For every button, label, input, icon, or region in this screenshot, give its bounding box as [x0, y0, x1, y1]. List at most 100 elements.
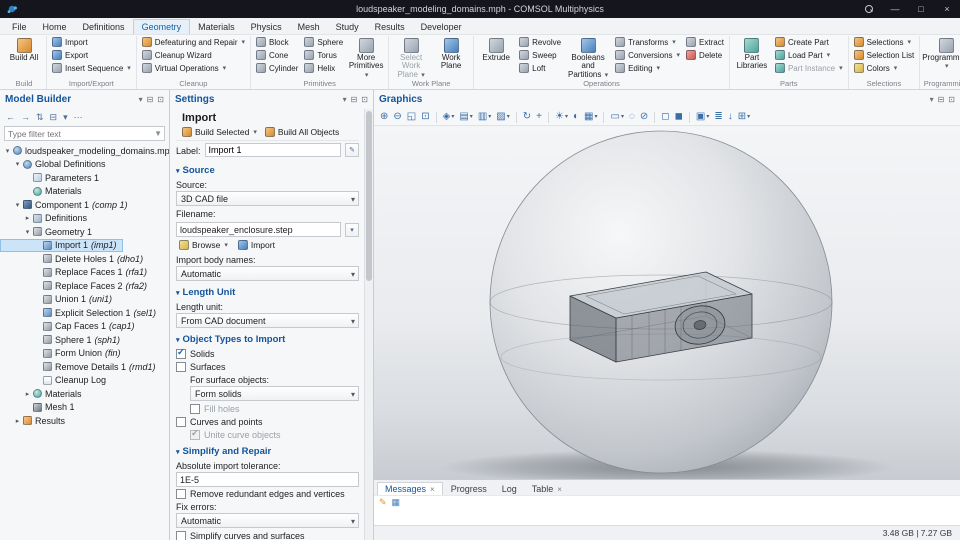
- hide-selected-icon[interactable]: ◻: [659, 112, 671, 122]
- back-icon[interactable]: ←: [6, 112, 15, 122]
- tab-file[interactable]: File: [4, 20, 35, 34]
- delete-button[interactable]: Delete: [684, 49, 726, 61]
- panel-pin-icon[interactable]: ⊡: [948, 95, 955, 104]
- surfaces-checkbox-row[interactable]: Surfaces: [176, 360, 359, 373]
- select-adjacent-icon[interactable]: ◌: [627, 112, 637, 122]
- tab-progress[interactable]: Progress: [444, 483, 494, 495]
- close-tab-icon[interactable]: ×: [430, 485, 435, 494]
- close-tab-icon[interactable]: ×: [557, 485, 562, 494]
- insert-sequence-button[interactable]: Insert Sequence▾: [50, 62, 133, 74]
- tree-item-root[interactable]: ▾loudspeaker_modeling_domains.mph(root): [0, 144, 169, 158]
- scene-light-icon[interactable]: ☀▾: [553, 112, 570, 122]
- panel-minimize-icon[interactable]: ⊟: [351, 95, 358, 104]
- tolerance-input[interactable]: 1E-5: [176, 472, 359, 487]
- rename-icon[interactable]: ✎: [345, 143, 359, 157]
- cone-button[interactable]: Cone: [254, 49, 300, 61]
- sweep-button[interactable]: Sweep: [517, 49, 563, 61]
- close-button[interactable]: ×: [934, 0, 960, 18]
- loft-button[interactable]: Loft: [517, 62, 563, 74]
- tree-item-explicit-selection-1[interactable]: Explicit Selection 1(sel1): [0, 306, 162, 320]
- tree-item-component-1[interactable]: ▾Component 1(comp 1): [0, 198, 134, 212]
- more-primitives-button[interactable]: More Primitives ▾: [347, 36, 385, 79]
- solids-checkbox-row[interactable]: Solids: [176, 347, 359, 360]
- tree-item-cap-faces-1[interactable]: Cap Faces 1(cap1): [0, 320, 141, 334]
- part-libraries-button[interactable]: Part Libraries: [733, 36, 771, 71]
- pan-icon[interactable]: +: [534, 112, 544, 122]
- expand-caret[interactable]: ▾: [13, 201, 22, 209]
- import-button[interactable]: Import: [50, 36, 133, 48]
- fix-errors-select[interactable]: Automatic: [176, 513, 359, 528]
- section-source[interactable]: ▾Source: [176, 160, 359, 178]
- cleanup-wizard-button[interactable]: Cleanup Wizard: [140, 49, 247, 61]
- wireframe-icon[interactable]: ▦▾: [582, 112, 599, 122]
- simplify-curves-checkbox-row[interactable]: Simplify curves and surfaces: [176, 529, 359, 540]
- selection-list-button[interactable]: Selection List: [852, 49, 917, 61]
- curves-and-points-checkbox[interactable]: [176, 417, 186, 427]
- tree-item-definitions[interactable]: ▸Definitions: [0, 212, 93, 226]
- panel-minimize-icon[interactable]: ⊟: [147, 95, 154, 104]
- tree-item-parameters-1[interactable]: Parameters 1: [0, 171, 105, 185]
- torus-button[interactable]: Torus: [302, 49, 345, 61]
- tab-developer[interactable]: Developer: [413, 20, 470, 34]
- copy-table-icon[interactable]: ▦: [392, 497, 401, 508]
- export-button[interactable]: Export: [50, 49, 133, 61]
- work-plane-button[interactable]: Work Plane: [432, 36, 470, 71]
- remove-redundant-checkbox-row[interactable]: Remove redundant edges and vertices: [176, 487, 359, 500]
- expand-caret[interactable]: ▾: [23, 228, 32, 236]
- extrude-button[interactable]: Extrude: [477, 36, 515, 62]
- tree-item-form-union[interactable]: Form Union(fin): [0, 347, 127, 361]
- tab-results[interactable]: Results: [367, 20, 413, 34]
- section-length-unit[interactable]: ▾Length Unit: [176, 282, 359, 300]
- filename-input[interactable]: loudspeaker_enclosure.step: [176, 222, 341, 237]
- section-object-types[interactable]: ▾Object Types to Import: [176, 329, 359, 347]
- maximize-button[interactable]: □: [908, 0, 934, 18]
- panel-menu-icon[interactable]: ▾: [343, 95, 347, 104]
- expand-caret[interactable]: ▸: [13, 417, 22, 425]
- tree-item-delete-holes-1[interactable]: Delete Holes 1(dho1): [0, 252, 149, 266]
- tab-materials[interactable]: Materials: [190, 20, 243, 34]
- move-node-icon[interactable]: ⇅: [36, 112, 44, 123]
- tree-item-cleanup-log[interactable]: Cleanup Log: [0, 374, 112, 388]
- filename-actions-icon[interactable]: ▾: [345, 223, 359, 237]
- plot-windows-icon[interactable]: ⊞▾: [736, 112, 752, 122]
- view-yz-icon[interactable]: ▥▾: [476, 112, 493, 122]
- minimize-button[interactable]: —: [882, 0, 908, 18]
- tree-item-global-definitions[interactable]: ▾Global Definitions: [0, 158, 112, 172]
- collapse-all-icon[interactable]: ⊟: [50, 112, 58, 123]
- sphere-button[interactable]: Sphere: [302, 36, 345, 48]
- transparency-icon[interactable]: ◐: [571, 112, 581, 122]
- view-zx-icon[interactable]: ▨▾: [494, 112, 511, 122]
- tab-study[interactable]: Study: [328, 20, 367, 34]
- tree-item-mesh-1[interactable]: Mesh 1: [0, 401, 81, 415]
- select-box-icon[interactable]: ▭▾: [608, 112, 625, 122]
- tab-physics[interactable]: Physics: [243, 20, 290, 34]
- zoom-box-icon[interactable]: ⊡: [419, 112, 431, 122]
- build-all-button[interactable]: Build All: [5, 36, 43, 62]
- defeaturing-and-repair-button[interactable]: Defeaturing and Repair▾: [140, 36, 247, 48]
- tree-item-materials-global[interactable]: Materials: [0, 185, 88, 199]
- selections-button[interactable]: Selections▾: [852, 36, 917, 48]
- simplify-curves-checkbox[interactable]: [176, 531, 186, 540]
- load-part-button[interactable]: Load Part▾: [773, 49, 845, 61]
- fill-holes-checkbox-row[interactable]: Fill holes: [190, 402, 359, 415]
- conversions-button[interactable]: Conversions▾: [613, 49, 682, 61]
- export-image-icon[interactable]: ↓: [726, 112, 735, 122]
- panel-pin-icon[interactable]: ⊡: [361, 95, 368, 104]
- expand-caret[interactable]: ▸: [23, 390, 32, 398]
- filter-icon[interactable]: ▼: [154, 129, 162, 138]
- block-button[interactable]: Block: [254, 36, 300, 48]
- tree-item-remove-details-1[interactable]: Remove Details 1(rmd1): [0, 360, 162, 374]
- import-file-button[interactable]: Import: [235, 239, 278, 251]
- cylinder-button[interactable]: Cylinder: [254, 62, 300, 74]
- clear-messages-icon[interactable]: ✎: [379, 497, 387, 508]
- revolve-button[interactable]: Revolve: [517, 36, 563, 48]
- section-simplify-repair[interactable]: ▾Simplify and Repair: [176, 441, 359, 459]
- panel-minimize-icon[interactable]: ⊟: [938, 95, 945, 104]
- editing-button[interactable]: Editing▾: [613, 62, 682, 74]
- booleans-and-partitions-button[interactable]: Booleans and Partitions ▾: [565, 36, 611, 79]
- body-names-select[interactable]: Automatic: [176, 266, 359, 281]
- helix-button[interactable]: Helix: [302, 62, 345, 74]
- remove-redundant-checkbox[interactable]: [176, 489, 186, 499]
- zoom-in-icon[interactable]: ⊕: [378, 112, 390, 122]
- go-to-default-view-icon[interactable]: ◈▾: [441, 112, 457, 122]
